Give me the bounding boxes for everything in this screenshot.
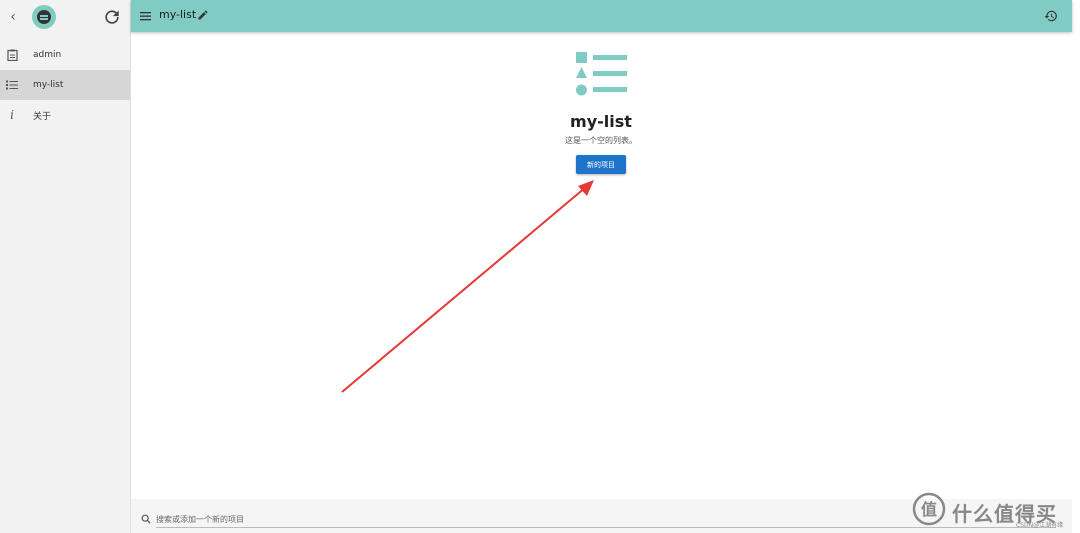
sidebar-item-my-list[interactable]: my-list (0, 70, 130, 100)
watermark: 值 什么值得买 CSDN@江湖有缘 (910, 490, 1080, 533)
watermark-credit: CSDN@江湖有缘 (1016, 522, 1064, 529)
sidebar-item-label: admin (33, 50, 62, 60)
sidebar-item-label: 关于 (33, 111, 52, 122)
svg-text:值: 值 (921, 500, 937, 519)
page-title: my-list (159, 8, 197, 21)
menu-icon[interactable] (140, 10, 152, 22)
sidebar-header: ‹ (0, 0, 130, 36)
sidebar-item-admin[interactable]: admin (0, 40, 130, 70)
history-icon[interactable] (1044, 9, 1058, 23)
empty-list-message: 这是一个空的列表。 (565, 136, 637, 145)
refresh-icon[interactable] (102, 7, 122, 27)
search-icon (141, 514, 151, 524)
sidebar-item-label: my-list (33, 80, 64, 90)
clipboard-icon (5, 48, 19, 62)
pencil-icon[interactable] (197, 9, 209, 21)
annotation-arrow (341, 180, 594, 393)
watermark-logo-icon: 值 (912, 492, 946, 526)
sidebar-item-about[interactable]: i 关于 (0, 100, 130, 130)
new-item-button[interactable]: 新的项目 (576, 155, 626, 174)
app-header: my-list (131, 0, 1072, 32)
info-icon: i (10, 108, 14, 122)
cloud-server-icon (37, 10, 51, 24)
chevron-left-icon[interactable]: ‹ (6, 9, 20, 25)
empty-list-illustration (576, 52, 627, 96)
list-icon (5, 78, 19, 92)
sidebar: ‹ admin my-list i 关于 (0, 0, 131, 533)
app-logo (32, 5, 56, 29)
list-heading: my-list (570, 112, 632, 131)
